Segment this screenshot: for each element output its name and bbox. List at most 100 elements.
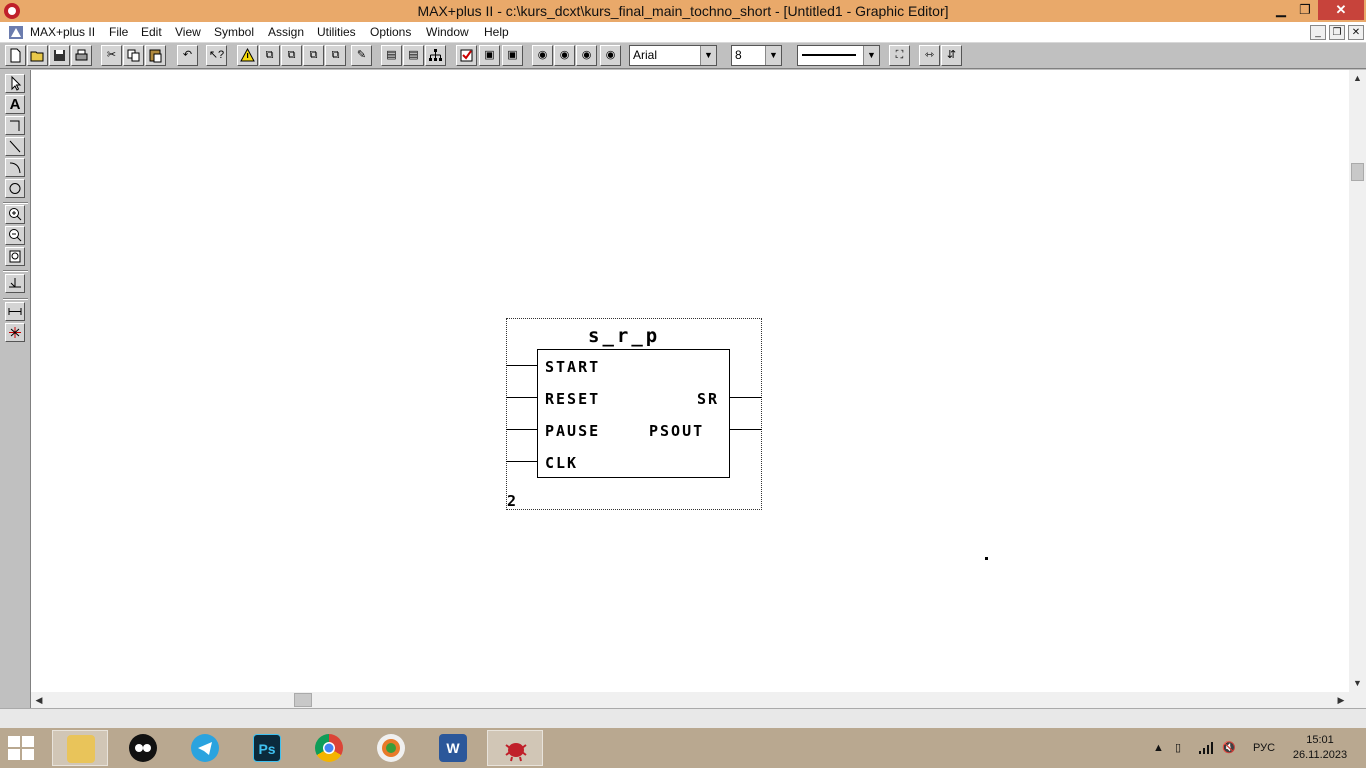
find-clear-icon[interactable]: ◉ <box>576 45 597 66</box>
compile-check-icon[interactable] <box>456 45 477 66</box>
flip-horizontal-icon[interactable]: ⇿ <box>919 45 940 66</box>
context-help-icon[interactable]: ↖? <box>206 45 227 66</box>
hierarchy-tree-icon[interactable] <box>425 45 446 66</box>
palette-divider <box>3 270 28 272</box>
tray-expand-icon[interactable]: ▲ <box>1153 728 1164 768</box>
pin-line-sr[interactable] <box>730 397 762 398</box>
circle-tool-icon[interactable] <box>5 179 25 198</box>
pin-line-psout[interactable] <box>730 429 762 430</box>
tray-signal-icon[interactable] <box>1198 728 1214 768</box>
chevron-down-icon[interactable]: ▼ <box>765 46 781 65</box>
tray-usb-icon[interactable]: ▯ <box>1175 728 1181 768</box>
menu-utilities[interactable]: Utilities <box>317 25 356 39</box>
tray-language[interactable]: РУС <box>1253 728 1275 768</box>
tray-volume-muted-icon[interactable]: 🔇 <box>1222 728 1236 768</box>
find-color-icon[interactable]: ◉ <box>600 45 621 66</box>
menu-edit[interactable]: Edit <box>141 25 162 39</box>
floorplan-icon[interactable]: ▣ <box>479 45 500 66</box>
mdi-restore-button[interactable]: ❐ <box>1329 25 1345 40</box>
menu-assign[interactable]: Assign <box>268 25 304 39</box>
taskbar-photoshop[interactable]: Ps <box>239 730 295 766</box>
arc-tool-icon[interactable] <box>5 158 25 177</box>
close-button[interactable]: ✕ <box>1318 0 1364 20</box>
hierarchy-up-icon[interactable]: ⧉ <box>259 45 280 66</box>
maximize-button[interactable]: ❐ <box>1294 0 1316 20</box>
maxplus-menu-icon[interactable] <box>8 25 24 40</box>
zoom-in-icon[interactable] <box>5 205 25 224</box>
pin-label-pause: PAUSE <box>545 422 601 440</box>
scroll-right-icon[interactable]: ▶ <box>1333 692 1349 708</box>
taskbar-app-panda[interactable] <box>115 730 171 766</box>
warning-icon[interactable] <box>237 45 258 66</box>
font-name-select[interactable]: Arial ▼ <box>629 45 717 66</box>
scroll-up-icon[interactable]: ▲ <box>1349 70 1366 87</box>
windows-start-icon[interactable] <box>8 736 36 762</box>
flip-vertical-icon[interactable]: ⇵ <box>941 45 962 66</box>
programmer-icon[interactable]: ✎ <box>351 45 372 66</box>
taskbar-telegram[interactable] <box>177 730 233 766</box>
minimize-button[interactable]: ▁ <box>1270 0 1292 20</box>
timing-analyzer-icon[interactable]: ⧉ <box>325 45 346 66</box>
chevron-down-icon[interactable]: ▼ <box>863 46 879 65</box>
rubberband-on-icon[interactable] <box>5 302 25 321</box>
rubberbanding-icon[interactable]: ⛶ <box>889 45 910 66</box>
menu-symbol[interactable]: Symbol <box>214 25 254 39</box>
taskbar-explorer[interactable] <box>52 730 108 766</box>
chevron-down-icon[interactable]: ▼ <box>700 46 716 65</box>
find-node-b-icon[interactable]: ◉ <box>554 45 575 66</box>
fit-in-window-icon[interactable] <box>5 247 25 266</box>
taskbar-paint-app[interactable] <box>363 730 419 766</box>
title-bar[interactable]: MAX+plus II - c:\kurs_dcxt\kurs_final_ma… <box>0 0 1366 22</box>
vertical-scroll-thumb[interactable] <box>1351 163 1364 181</box>
copy-icon[interactable] <box>123 45 144 66</box>
paste-icon[interactable] <box>145 45 166 66</box>
new-file-icon[interactable] <box>5 45 26 66</box>
menu-help[interactable]: Help <box>484 25 509 39</box>
simulator-icon[interactable]: ⧉ <box>303 45 324 66</box>
horizontal-scrollbar[interactable]: ◀ ▶ <box>31 692 1349 708</box>
save-icon[interactable] <box>49 45 70 66</box>
pin-line-clk[interactable] <box>506 461 537 462</box>
project-save-check-icon[interactable]: ▤ <box>403 45 424 66</box>
find-node-icon[interactable]: ◉ <box>532 45 553 66</box>
font-size-select[interactable]: 8 ▼ <box>731 45 782 66</box>
menu-app-label[interactable]: MAX+plus II <box>30 25 95 39</box>
menu-view[interactable]: View <box>175 25 201 39</box>
zoom-out-icon[interactable] <box>5 226 25 245</box>
undo-icon[interactable]: ↶ <box>177 45 198 66</box>
clock-time: 15:01 <box>1306 734 1334 746</box>
panda-icon <box>129 734 157 762</box>
open-folder-icon[interactable] <box>27 45 48 66</box>
diagonal-line-icon[interactable] <box>5 137 25 156</box>
print-icon[interactable] <box>71 45 92 66</box>
cut-icon[interactable]: ✂ <box>101 45 122 66</box>
scroll-left-icon[interactable]: ◀ <box>31 692 47 708</box>
taskbar-word[interactable]: W <box>425 730 481 766</box>
menu-file[interactable]: File <box>109 25 128 39</box>
pin-line-pause[interactable] <box>506 429 537 430</box>
project-set-icon[interactable]: ▤ <box>381 45 402 66</box>
rubberband-off-icon[interactable] <box>5 323 25 342</box>
line-style-select[interactable]: ▼ <box>797 45 880 66</box>
orthogonal-line-icon[interactable] <box>5 116 25 135</box>
taskbar-chrome[interactable] <box>301 730 357 766</box>
taskbar-maxplus[interactable] <box>487 730 543 766</box>
horizontal-scroll-thumb[interactable] <box>294 693 312 707</box>
tray-clock[interactable]: 15:01 26.11.2023 <box>1290 733 1350 763</box>
pin-line-start[interactable] <box>506 365 537 366</box>
mdi-close-button[interactable]: ✕ <box>1348 25 1364 40</box>
word-icon: W <box>439 734 467 762</box>
device-icon[interactable]: ▣ <box>502 45 523 66</box>
mdi-minimize-button[interactable]: _ <box>1310 25 1326 40</box>
menu-options[interactable]: Options <box>370 25 411 39</box>
selection-arrow-icon[interactable] <box>5 74 25 93</box>
vertical-scrollbar[interactable]: ▲ ▼ <box>1349 70 1366 692</box>
compiler-icon[interactable]: ⧉ <box>281 45 302 66</box>
connect-dots-icon[interactable] <box>5 274 25 293</box>
text-tool-icon[interactable]: A <box>5 95 25 114</box>
symbol-name: s_r_p <box>588 325 661 347</box>
scroll-down-icon[interactable]: ▼ <box>1349 675 1366 692</box>
pin-label-reset: RESET <box>545 390 601 408</box>
menu-window[interactable]: Window <box>426 25 469 39</box>
pin-line-reset[interactable] <box>506 397 537 398</box>
